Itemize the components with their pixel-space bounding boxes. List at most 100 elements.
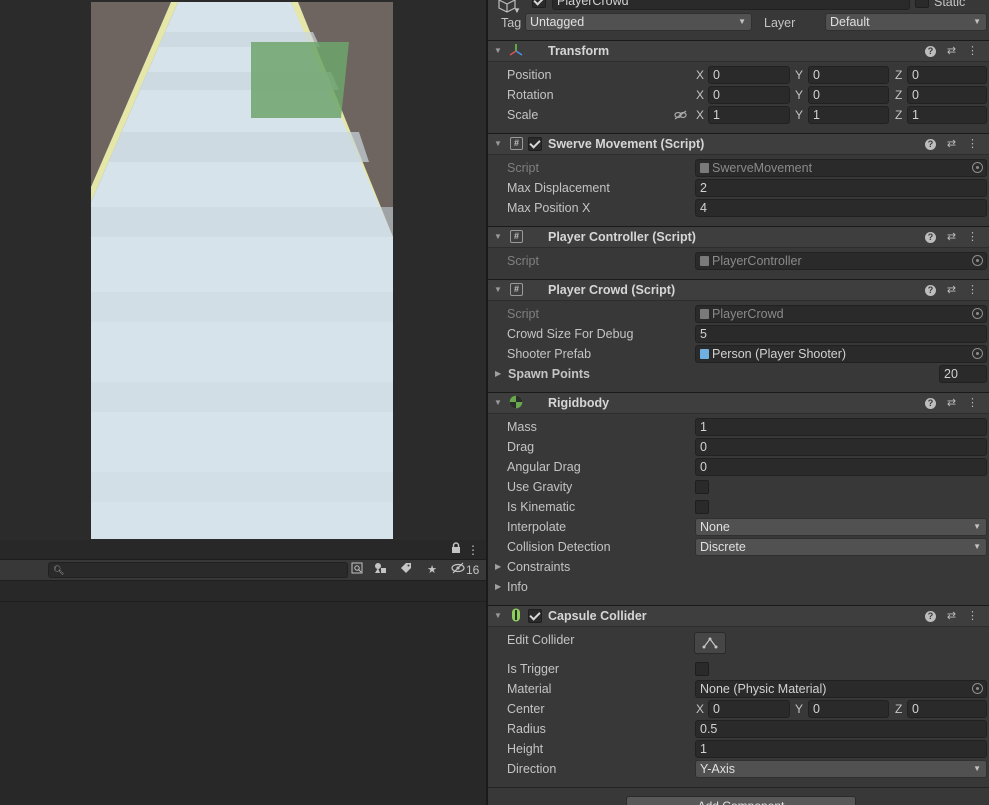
presets-icon[interactable]: ⇄: [941, 136, 962, 152]
presets-icon[interactable]: ⇄: [941, 282, 962, 298]
layer-dropdown[interactable]: Default ▼: [825, 13, 987, 31]
shooter-prefab-field[interactable]: Person (Player Shooter): [695, 345, 987, 363]
scale-z-field[interactable]: 1: [907, 106, 987, 124]
rigidbody-header[interactable]: ▼ Rigidbody ? ⇄ ⋮: [488, 392, 989, 414]
filter-by-type-icon[interactable]: [372, 562, 388, 578]
lock-icon[interactable]: [448, 542, 464, 558]
is-trigger-checkbox[interactable]: [695, 662, 709, 676]
foldout-expanded-icon[interactable]: ▼: [494, 138, 502, 150]
scale-y-field[interactable]: 1: [808, 106, 889, 124]
gameobject-name-field[interactable]: PlayerCrowd: [552, 0, 910, 10]
drag-field[interactable]: 0: [695, 438, 987, 456]
help-icon[interactable]: ?: [925, 285, 936, 296]
material-field[interactable]: None (Physic Material): [695, 680, 987, 698]
collision-detection-dropdown[interactable]: Discrete ▼: [695, 538, 987, 556]
presets-icon[interactable]: ⇄: [941, 43, 962, 59]
foldout-expanded-icon[interactable]: ▼: [494, 397, 502, 409]
crowd-size-field[interactable]: 5: [695, 325, 987, 343]
help-icon[interactable]: ?: [925, 46, 936, 57]
capsule-enabled-checkbox[interactable]: [528, 609, 542, 623]
position-z-field[interactable]: 0: [907, 66, 987, 84]
help-icon[interactable]: ?: [925, 611, 936, 622]
rotation-y-field[interactable]: 0: [808, 86, 889, 104]
more-options-icon[interactable]: ⋮: [962, 136, 983, 152]
spawn-points-label[interactable]: Spawn Points: [508, 364, 590, 384]
presets-icon[interactable]: ⇄: [941, 608, 962, 624]
swerve-movement-title: Swerve Movement (Script): [548, 137, 705, 151]
help-icon[interactable]: ?: [925, 398, 936, 409]
foldout-expanded-icon[interactable]: ▼: [494, 231, 502, 243]
spawn-points-size-field[interactable]: 20: [939, 365, 987, 383]
object-picker-icon[interactable]: [972, 162, 983, 173]
foldout-collapsed-icon[interactable]: ▶: [495, 557, 501, 577]
foldout-collapsed-icon[interactable]: ▶: [495, 577, 501, 597]
height-field[interactable]: 1: [695, 740, 987, 758]
swerve-enabled-checkbox[interactable]: [528, 137, 542, 151]
presets-icon[interactable]: ⇄: [941, 395, 962, 411]
tag-dropdown[interactable]: Untagged ▼: [525, 13, 752, 31]
swerve-movement-header[interactable]: ▼ # Swerve Movement (Script) ? ⇄ ⋮: [488, 133, 989, 155]
hidden-packages-icon[interactable]: [450, 562, 466, 578]
object-picker-icon[interactable]: [972, 348, 983, 359]
add-component-button[interactable]: Add Component: [626, 796, 856, 805]
chevron-down-icon: ▼: [738, 17, 746, 26]
favorites-icon[interactable]: ★: [424, 562, 440, 578]
object-picker-icon[interactable]: [972, 255, 983, 266]
max-displacement-field[interactable]: 2: [695, 179, 987, 197]
radius-field[interactable]: 0.5: [695, 720, 987, 738]
capsule-collider-icon: [509, 608, 523, 622]
foldout-expanded-icon[interactable]: ▼: [494, 284, 502, 296]
more-options-icon[interactable]: ⋮: [962, 395, 983, 411]
player-controller-header[interactable]: ▼ # Player Controller (Script) ? ⇄ ⋮: [488, 226, 989, 248]
chevron-down-icon: ▼: [973, 17, 981, 26]
more-options-icon[interactable]: ⋮: [962, 43, 983, 59]
more-options-icon[interactable]: ⋮: [962, 608, 983, 624]
search-by-type-icon[interactable]: [349, 562, 365, 578]
foldout-collapsed-icon[interactable]: ▶: [495, 364, 501, 384]
presets-icon[interactable]: ⇄: [941, 229, 962, 245]
center-y-field[interactable]: 0: [808, 700, 889, 718]
static-checkbox[interactable]: [915, 0, 929, 8]
more-options-icon[interactable]: ⋮: [465, 542, 481, 558]
player-crowd-header[interactable]: ▼ # Player Crowd (Script) ? ⇄ ⋮: [488, 279, 989, 301]
foldout-expanded-icon[interactable]: ▼: [494, 610, 502, 622]
more-options-icon[interactable]: ⋮: [962, 282, 983, 298]
rotation-z-field[interactable]: 0: [907, 86, 987, 104]
capsule-collider-header[interactable]: ▼ Capsule Collider ? ⇄ ⋮: [488, 605, 989, 627]
help-icon[interactable]: ?: [925, 232, 936, 243]
info-label[interactable]: Info: [507, 577, 528, 597]
edit-collider-button[interactable]: [694, 632, 726, 654]
axis-z-label: Z: [895, 68, 903, 82]
is-kinematic-checkbox[interactable]: [695, 500, 709, 514]
constrain-proportions-icon[interactable]: [674, 109, 687, 123]
help-icon[interactable]: ?: [925, 139, 936, 150]
active-checkbox[interactable]: [532, 0, 546, 8]
use-gravity-checkbox[interactable]: [695, 480, 709, 494]
mass-field[interactable]: 1: [695, 418, 987, 436]
center-x-field[interactable]: 0: [708, 700, 790, 718]
angular-drag-field[interactable]: 0: [695, 458, 987, 476]
rotation-x-field[interactable]: 0: [708, 86, 790, 104]
center-z-field[interactable]: 0: [907, 700, 987, 718]
constraints-label[interactable]: Constraints: [507, 557, 570, 577]
interpolate-dropdown[interactable]: None ▼: [695, 518, 987, 536]
transform-header[interactable]: ▼ Transform ? ⇄ ⋮: [488, 40, 989, 62]
object-picker-icon[interactable]: [972, 308, 983, 319]
filter-by-label-icon[interactable]: [398, 562, 414, 578]
game-view-render[interactable]: [91, 2, 393, 539]
scale-x-field[interactable]: 1: [708, 106, 790, 124]
position-y-field[interactable]: 0: [808, 66, 889, 84]
position-x-field[interactable]: 0: [708, 66, 790, 84]
edit-collider-label: Edit Collider: [507, 633, 575, 647]
direction-dropdown[interactable]: Y-Axis ▼: [695, 760, 987, 778]
max-position-x-field[interactable]: 4: [695, 199, 987, 217]
more-options-icon[interactable]: ⋮: [962, 229, 983, 245]
project-search-box[interactable]: 🔍︎: [48, 562, 348, 578]
material-label: Material: [507, 682, 552, 696]
layer-label: Layer: [764, 16, 796, 30]
project-search-input[interactable]: [65, 563, 345, 577]
object-picker-icon[interactable]: [972, 683, 983, 694]
foldout-expanded-icon[interactable]: ▼: [494, 45, 502, 57]
hidden-packages-count: 16: [466, 563, 480, 577]
material-value: None (Physic Material): [700, 682, 827, 696]
